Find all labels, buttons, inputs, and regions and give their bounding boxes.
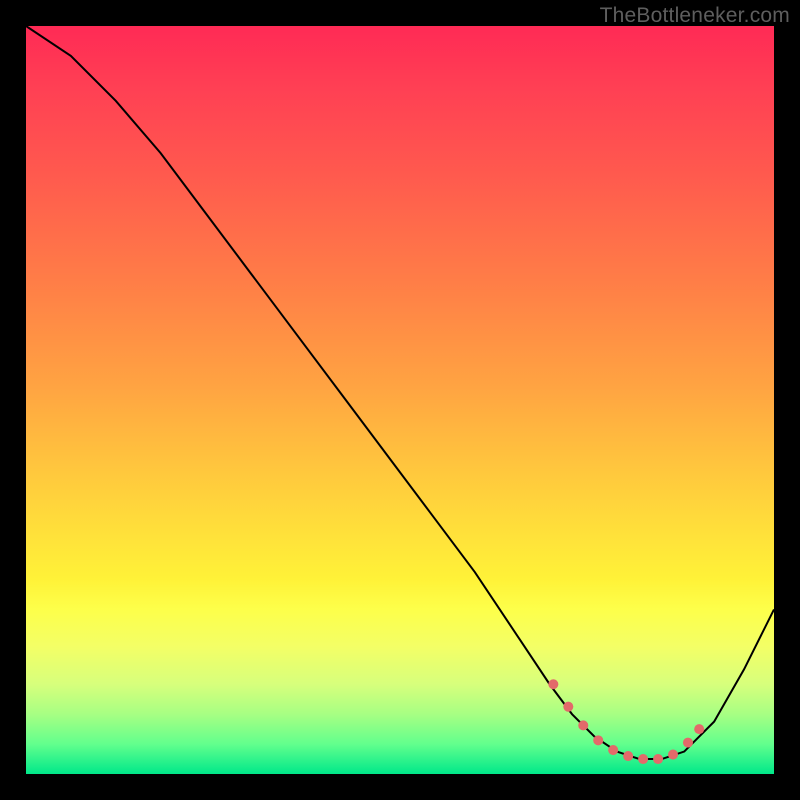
optimal-range-dot [653,754,663,764]
optimal-range-dot [548,679,558,689]
chart-area [26,26,774,774]
optimal-range-dots [548,679,704,764]
optimal-range-dot [683,738,693,748]
optimal-range-dot [623,751,633,761]
optimal-range-dot [593,735,603,745]
optimal-range-dot [608,745,618,755]
optimal-range-dot [578,720,588,730]
optimal-range-dot [638,754,648,764]
optimal-range-dot [563,702,573,712]
bottleneck-curve [26,26,774,759]
chart-svg [26,26,774,774]
optimal-range-dot [694,724,704,734]
watermark-text: TheBottleneker.com [600,4,790,28]
optimal-range-dot [668,750,678,760]
